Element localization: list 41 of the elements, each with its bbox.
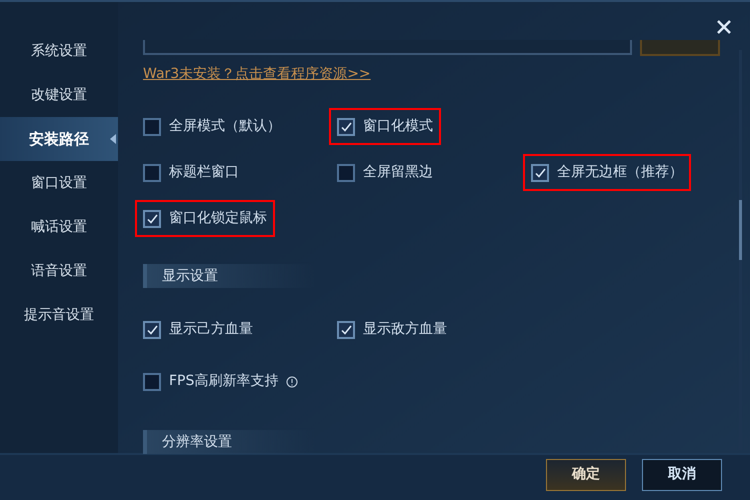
option-label: 全屏无边框（推荐） (557, 163, 683, 182)
checkbox[interactable] (143, 320, 161, 338)
checkbox[interactable] (143, 118, 161, 136)
check-icon (146, 214, 158, 224)
option-label: FPS高刷新率支持 (169, 372, 278, 391)
section-title: 分辨率设置 (162, 432, 232, 452)
close-button[interactable] (716, 18, 734, 36)
option-label: 全屏留黑边 (363, 163, 433, 182)
sidebar-item[interactable]: 系统设置 (0, 29, 118, 73)
sidebar-item[interactable]: 喊话设置 (0, 205, 118, 249)
scrollbar-thumb[interactable] (739, 200, 742, 260)
sidebar-item[interactable]: 窗口设置 (0, 161, 118, 205)
pointer-icon (110, 134, 116, 144)
checkbox[interactable] (143, 372, 161, 390)
close-icon (716, 19, 732, 35)
sidebar-item[interactable]: 改键设置 (0, 73, 118, 117)
checkbox[interactable] (337, 118, 355, 136)
confirm-button[interactable]: 确定 (546, 458, 626, 490)
option-label: 全屏模式（默认） (169, 117, 281, 136)
option-label: 窗口化模式 (363, 117, 433, 136)
checkbox[interactable] (337, 320, 355, 338)
sidebar-item[interactable]: 语音设置 (0, 249, 118, 293)
checkbox[interactable] (531, 164, 549, 182)
check-icon (146, 324, 158, 334)
checkbox[interactable] (143, 164, 161, 182)
option-label: 显示己方血量 (169, 320, 253, 339)
option-label: 标题栏窗口 (169, 163, 239, 182)
info-icon (286, 376, 298, 388)
install-link[interactable]: War3未安装？点击查看程序资源>> (143, 64, 750, 85)
option-label: 显示敌方血量 (363, 320, 447, 339)
checkbox[interactable] (337, 164, 355, 182)
sidebar-item[interactable]: 安装路径 (0, 117, 118, 161)
cancel-button[interactable]: 取消 (642, 458, 722, 490)
check-icon (340, 324, 352, 334)
section-title: 显示设置 (162, 266, 218, 286)
check-icon (340, 122, 352, 132)
path-field[interactable] (143, 40, 632, 55)
check-icon (534, 168, 546, 178)
checkbox[interactable] (143, 210, 161, 228)
sidebar-item[interactable]: 提示音设置 (0, 293, 118, 337)
option-label: 窗口化锁定鼠标 (169, 209, 267, 228)
